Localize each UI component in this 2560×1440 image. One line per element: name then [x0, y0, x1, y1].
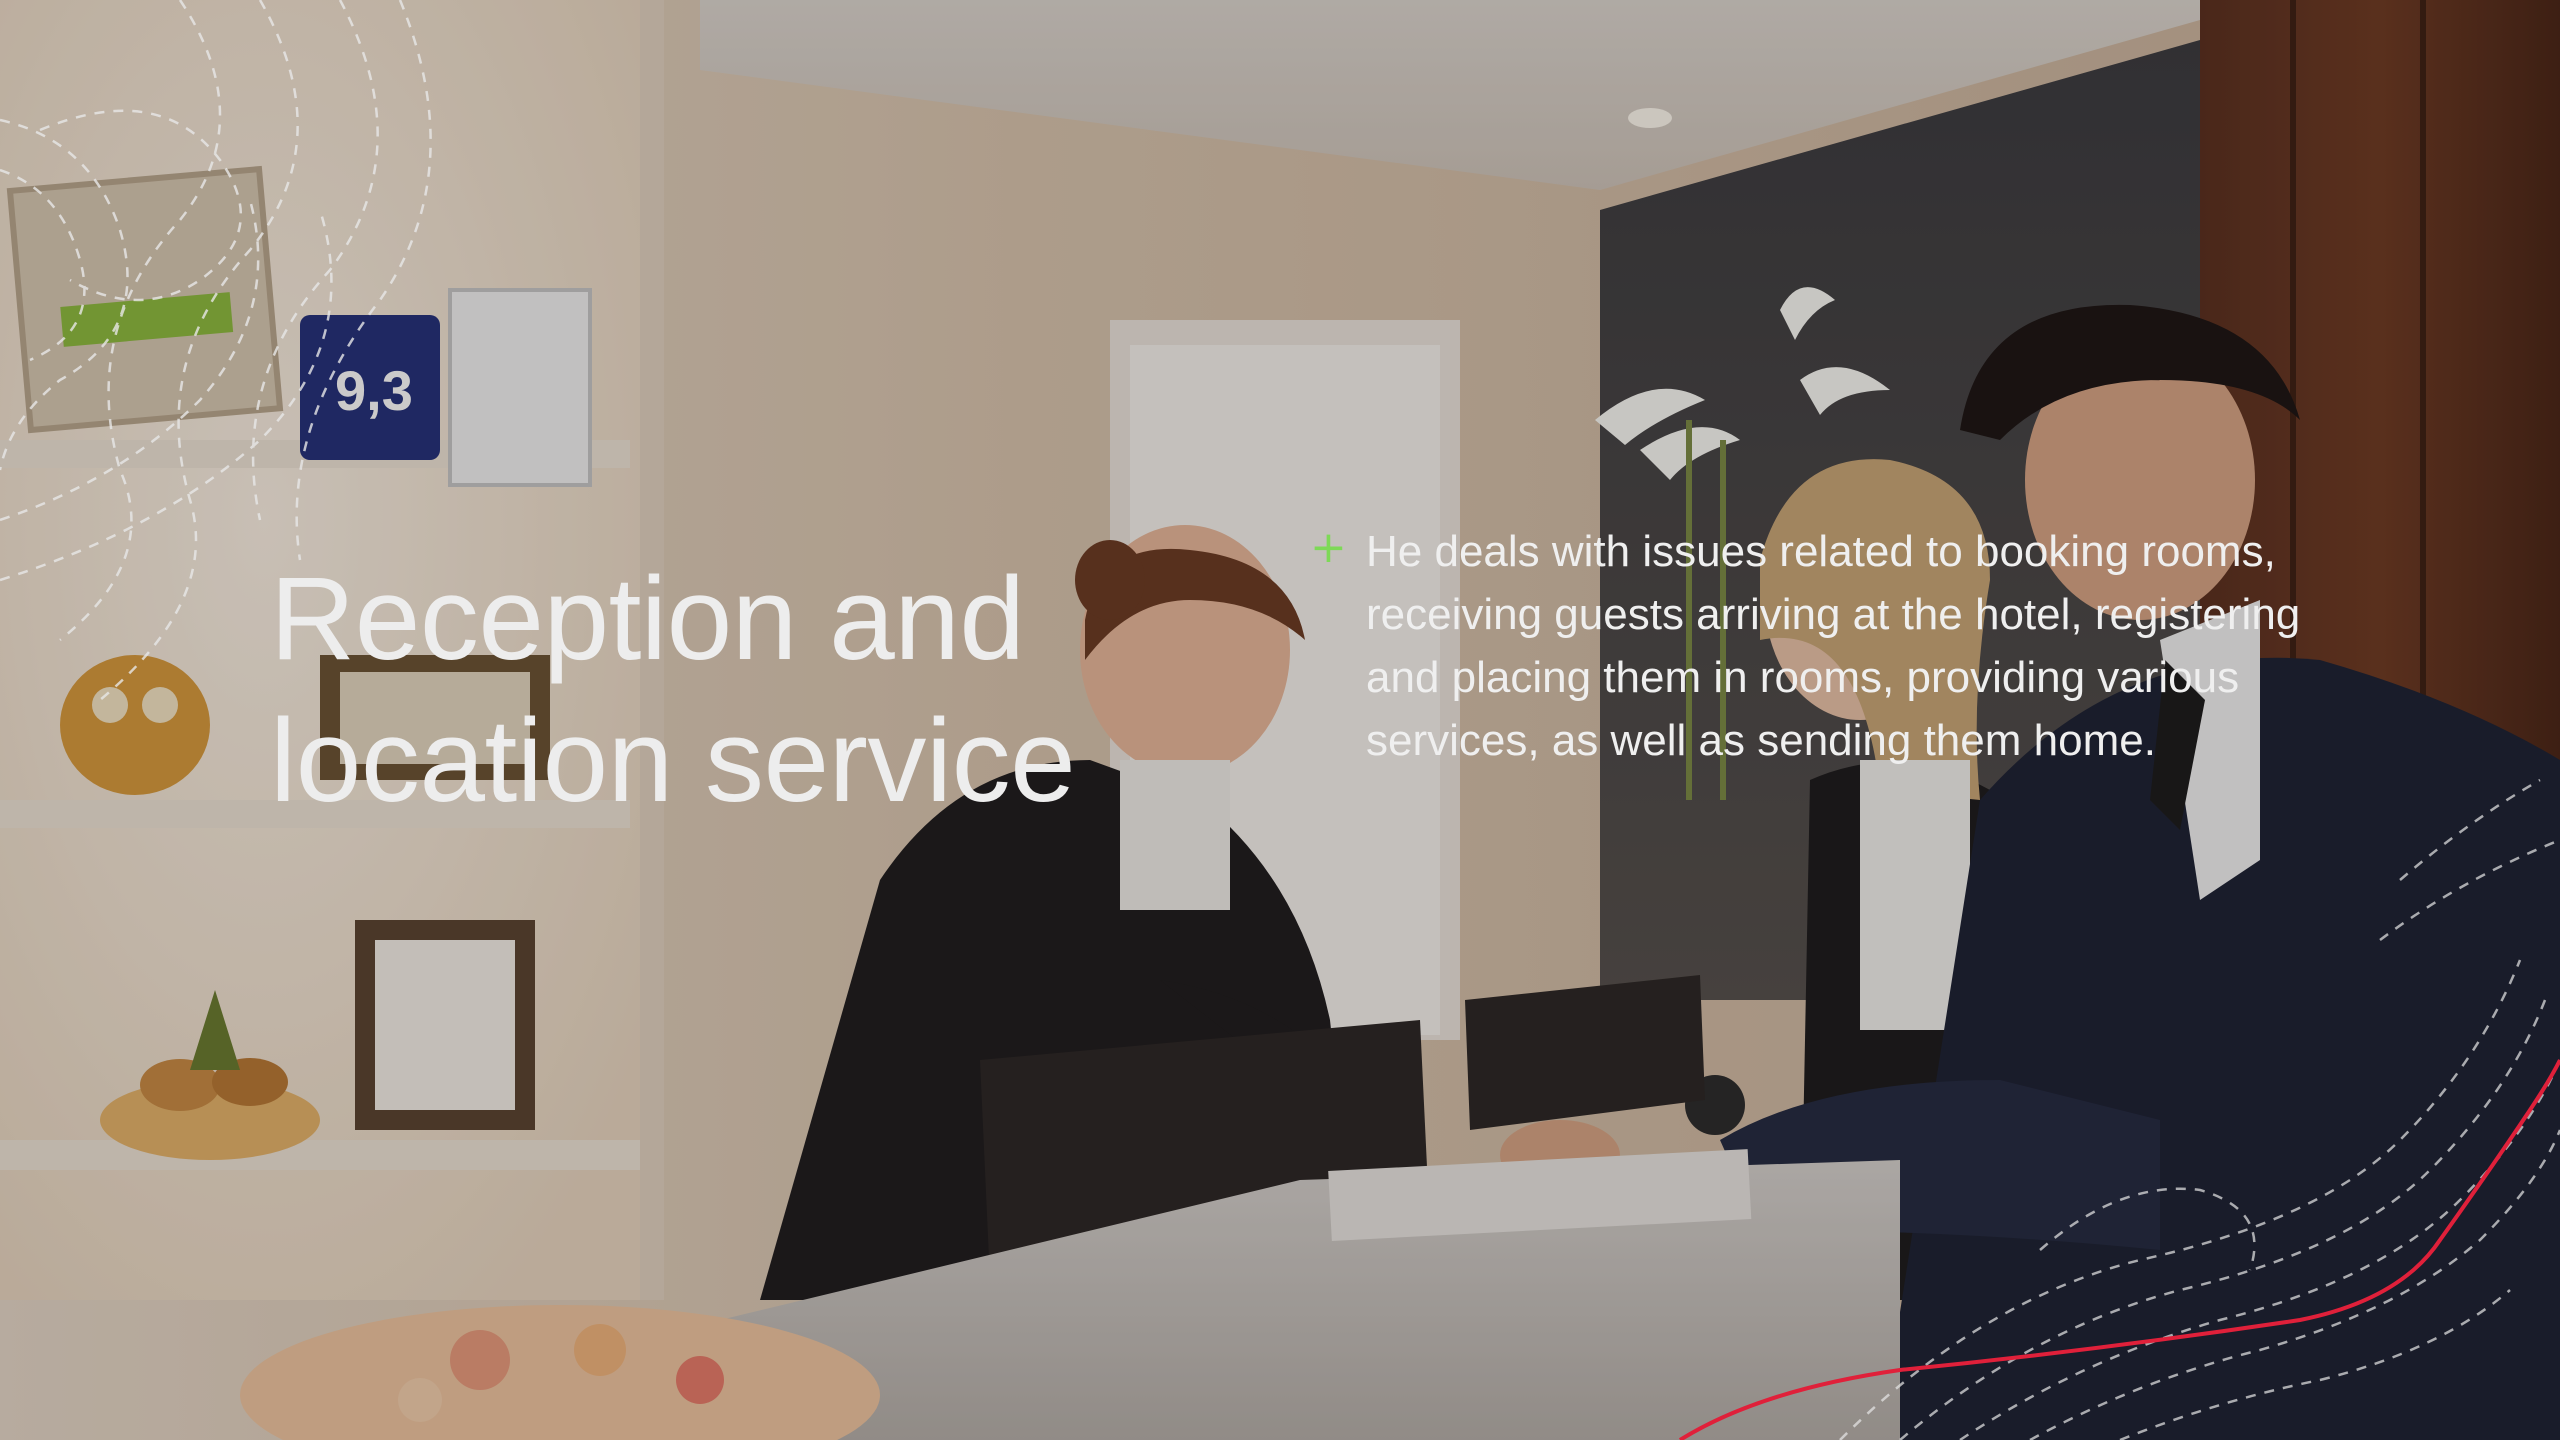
slide-title: Reception and location service — [270, 553, 1076, 827]
bullet-text: He deals with issues related to booking … — [1366, 527, 2301, 765]
presentation-slide: 9,3 Reception and location service + He … — [0, 0, 2560, 1440]
bullet-item: + He deals with issues related to bookin… — [1310, 520, 2360, 772]
plus-icon: + — [1310, 522, 1347, 573]
